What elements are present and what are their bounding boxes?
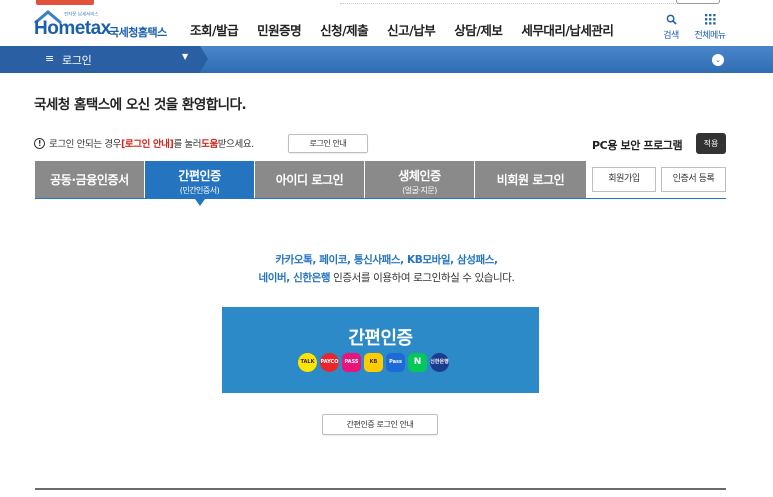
tab-sublabel: (민간인증서) (179, 186, 220, 195)
expand-chevron-icon[interactable]: ⌄ (712, 54, 724, 66)
tab-certificate[interactable]: 공동·금융인증서 (35, 161, 145, 199)
tab-label: 간편인증 (178, 169, 221, 183)
all-menu-label: 전체메뉴 (694, 31, 726, 41)
join-button[interactable]: 회원가입 (592, 167, 656, 192)
bottom-divider (35, 488, 726, 490)
grid-menu-icon (704, 14, 716, 25)
kakaotalk-icon: TALK (298, 353, 317, 372)
gnb-item-report-pay[interactable]: 신고/납부 (387, 20, 436, 39)
login-dropdown[interactable]: ≡ 로그인 ▼ (0, 46, 208, 73)
login-guide-button[interactable]: 로그인 안내 (288, 134, 368, 153)
tab-sublabel: (얼굴·지문) (402, 186, 437, 195)
tab-label: 공동·금융인증서 (50, 173, 129, 187)
hamburger-icon: ≡ (45, 52, 55, 65)
pass-icon: PASS (342, 353, 361, 372)
simple-auth-title: 간편인증 (348, 328, 413, 349)
providers-description: 카카오톡, 페이코, 통신사패스, KB모바일, 삼성패스, (275, 254, 498, 266)
notice-text-mid: 를 눌러 (173, 139, 202, 150)
gnb-item-application[interactable]: 신청/제출 (320, 20, 369, 39)
login-help-notice: ! 로그인 안되는 경우 [로그인 안내] 를 눌러 도움 받으세요. (34, 136, 254, 150)
search-label: 검색 (663, 31, 679, 41)
top-utility-links (340, 0, 680, 4)
tab-underline (35, 198, 726, 199)
notice-text-post: 받으세요. (217, 139, 254, 150)
tab-label: 비회원 로그인 (496, 173, 565, 187)
tab-biometric[interactable]: 생체인증 (얼굴·지문) (365, 161, 475, 199)
hometax-logo[interactable]: 전자문 납세서비스 Hometax 국세청홈택스 (34, 10, 174, 44)
logo-brand: Hometax (34, 18, 111, 39)
search-icon (666, 14, 677, 25)
samsung-pass-icon: Pass (386, 353, 405, 372)
simple-auth-guide-button[interactable]: 간편인증 로그인 안내 (322, 414, 438, 435)
tab-simple-auth[interactable]: 간편인증 (민간인증서) (145, 161, 255, 206)
page-title: 국세청 홈택스에 오신 것을 환영합니다. (34, 97, 247, 113)
login-method-tabs: 공동·금융인증서 간편인증 (민간인증서) 아이디 로그인 생체인증 (얼굴·지… (35, 161, 586, 206)
top-utility-toggle[interactable] (676, 0, 720, 4)
alert-circle-icon: ! (34, 137, 45, 149)
kb-icon: KB (364, 353, 383, 372)
notice-help-text: 도움 (201, 139, 218, 150)
location-bar: ≡ 로그인 ▼ ⌄ (0, 46, 773, 73)
payco-icon: PAYCO (320, 353, 339, 372)
tab-label: 생체인증 (398, 169, 441, 183)
caret-down-icon: ▼ (182, 52, 189, 61)
logo-tagline: 전자문 납세서비스 (64, 11, 99, 17)
notice-text-pre: 로그인 안되는 경우 (49, 139, 121, 150)
global-nav: 조회/발급 민원증명 신청/제출 신고/납부 상담/제보 세무대리/납세관리 (190, 20, 632, 39)
register-certificate-button[interactable]: 인증서 등록 (661, 167, 726, 192)
all-menu-button[interactable]: 전체메뉴 (692, 12, 728, 41)
tab-label: 아이디 로그인 (275, 173, 344, 187)
gnb-item-inquiry[interactable]: 조회/발급 (190, 20, 239, 39)
logo-subtitle: 국세청홈택스 (109, 26, 167, 39)
header: 전자문 납세서비스 Hometax 국세청홈택스 조회/발급 민원증명 신청/제… (0, 6, 773, 46)
providers-highlight: 네이버, 신한은행 (258, 272, 331, 284)
apply-security-button[interactable]: 적용 (696, 133, 726, 154)
pc-security-label: PC용 보안 프로그램 (592, 139, 683, 152)
naver-icon: N (408, 353, 427, 372)
providers-description-rest: 인증서를 이용하여 로그인하실 수 있습니다. (330, 272, 515, 284)
search-button[interactable]: 검색 (656, 12, 686, 41)
gnb-item-tax-agent[interactable]: 세무대리/납세관리 (521, 20, 614, 39)
providers-description-2: 네이버, 신한은행 인증서를 이용하여 로그인하실 수 있습니다. (0, 270, 773, 285)
simple-auth-button[interactable]: 간편인증 TALK PAYCO PASS KB Pass N 신한은행 (222, 307, 539, 393)
tab-guest-login[interactable]: 비회원 로그인 (475, 161, 586, 199)
notice-login-link[interactable]: [로그인 안내] (121, 136, 174, 150)
top-event-tag[interactable] (36, 0, 94, 5)
shinhan-icon: 신한은행 (430, 353, 449, 372)
login-dropdown-label: 로그인 (62, 54, 92, 67)
provider-icons: TALK PAYCO PASS KB Pass N 신한은행 (298, 353, 449, 372)
tab-id-login[interactable]: 아이디 로그인 (255, 161, 365, 199)
gnb-item-certificates[interactable]: 민원증명 (257, 20, 302, 39)
gnb-item-consult[interactable]: 상담/제보 (454, 20, 503, 39)
